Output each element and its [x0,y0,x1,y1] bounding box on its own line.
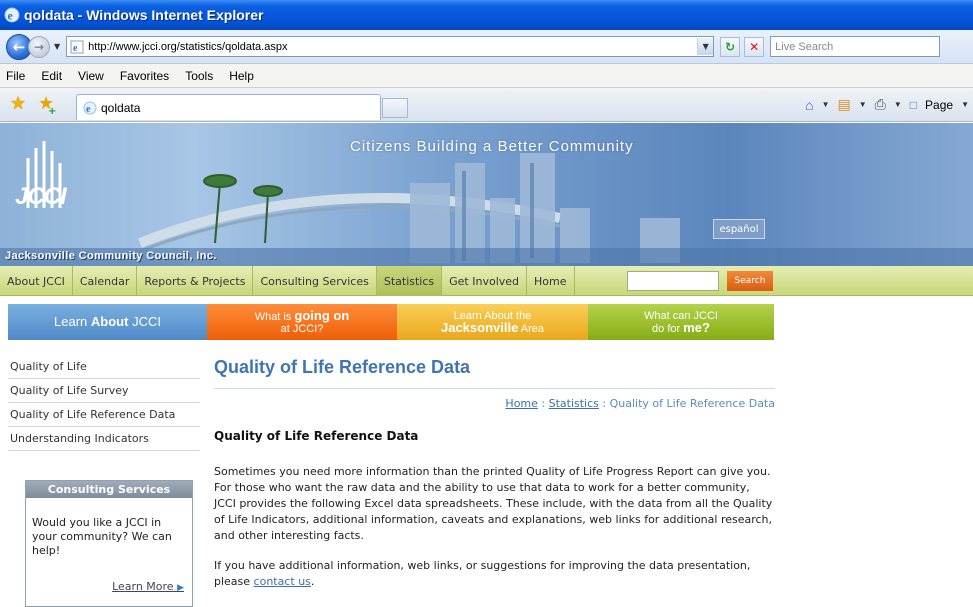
sidebar-item-qol-reference-data[interactable]: Quality of Life Reference Data [8,403,200,427]
learn-more-link[interactable]: Learn More ▶ [112,580,184,593]
promo-me-prefix: do for [652,322,684,335]
page-dropdown-icon[interactable]: ▼ [961,100,969,109]
org-name: Jacksonville Community Council, Inc. [5,250,217,262]
promo-learn-suffix: JCCI [128,314,161,329]
live-search-placeholder: Live Search [775,40,834,53]
breadcrumb-sep-2: : [598,397,610,410]
consulting-services-box: Consulting Services Would you like a JCC… [25,480,193,607]
address-dropdown-icon[interactable]: ▼ [697,38,714,55]
page-icon: e [70,40,84,54]
breadcrumb-sep-1: : [537,397,549,410]
promo-learn-bold: About [90,314,129,329]
breadcrumb-home[interactable]: Home [505,397,537,410]
nav-get-involved[interactable]: Get Involved [442,266,528,296]
promo-what-can-jcci-do[interactable]: What can JCCI do for me? [588,304,774,340]
arrow-right-icon: ▶ [177,583,184,593]
nav-about-jcci[interactable]: About JCCI [0,266,73,296]
menu-file[interactable]: File [6,69,25,83]
contact-paragraph: If you have additional information, web … [214,558,775,590]
breadcrumb-current: Quality of Life Reference Data [609,397,775,410]
site-search-button[interactable]: Search [727,271,773,291]
promo-going-prefix: What is [254,310,295,323]
menu-edit[interactable]: Edit [41,69,62,83]
sidebar-item-understanding-indicators[interactable]: Understanding Indicators [8,427,200,451]
main-content: Quality of Life Reference Data Home : St… [214,355,775,590]
tab-page-icon: e [83,101,97,115]
favorites-center-icon[interactable]: ★ [10,95,26,113]
promo-jax-bold: Jacksonville [440,319,519,335]
contact-us-link[interactable]: contact us [254,575,311,588]
contact-period: . [310,575,315,588]
menu-tools[interactable]: Tools [185,69,213,83]
svg-text:e: e [73,43,78,54]
intro-paragraph: Sometimes you need more information than… [214,465,773,542]
stop-button[interactable]: ✕ [744,36,765,57]
sidebar-item-quality-of-life[interactable]: Quality of Life [8,355,200,379]
refresh-button[interactable]: ↻ [720,36,741,57]
feeds-dropdown-icon[interactable]: ▼ [859,100,867,109]
promo-whats-going-on[interactable]: What is going on at JCCI? [207,304,397,340]
consulting-header: Consulting Services [26,481,192,498]
breadcrumb-statistics[interactable]: Statistics [549,397,599,410]
nav-home[interactable]: Home [527,266,575,296]
menu-favorites[interactable]: Favorites [120,69,169,83]
banner-tagline: Citizens Building a Better Community [350,138,634,155]
site-banner: Citizens Building a Better Community JCC… [0,123,973,266]
promo-going-bold: going on [294,307,350,323]
promo-jacksonville-area[interactable]: Learn About the Jacksonville Area [397,304,588,340]
menu-view[interactable]: View [78,69,104,83]
print-dropdown-icon[interactable]: ▼ [894,100,902,109]
espanol-link[interactable]: español [713,219,765,239]
add-favorite-icon[interactable]: ★ + [38,95,56,118]
command-bar: ⌂ ▼ ▤ ▼ ⎙ ▼ □ Page ▼ [805,96,969,113]
sidebar: Quality of Life Quality of Life Survey Q… [8,355,200,451]
window-title: qoldata - Windows Internet Explorer [24,7,264,23]
site-nav: About JCCI Calendar Reports & Projects C… [0,266,973,296]
home-icon[interactable]: ⌂ [805,97,813,113]
promo-jax-suffix: Area [518,322,544,335]
tab-label: qoldata [101,100,141,115]
history-dropdown-icon[interactable]: ▼ [54,42,60,51]
nav-reports-projects[interactable]: Reports & Projects [137,266,254,296]
feeds-icon[interactable]: ▤ [838,96,851,113]
site-search-input[interactable] [627,271,719,291]
forward-button[interactable]: → [28,35,50,58]
ie-logo-icon: e [4,7,20,23]
nav-statistics[interactable]: Statistics [376,266,443,296]
nav-consulting-services[interactable]: Consulting Services [253,266,377,296]
tab-bar: ★ ★ + e qoldata ⌂ ▼ ▤ ▼ ⎙ ▼ □ Page ▼ [0,88,973,122]
learn-more-label: Learn More [112,580,174,593]
address-bar-row: ← → ▼ e http://www.jcci.org/statistics/q… [0,30,973,64]
page-menu-icon[interactable]: □ [910,98,917,112]
address-url[interactable]: http://www.jcci.org/statistics/qoldata.a… [88,41,697,53]
section-heading: Quality of Life Reference Data [214,429,419,443]
promo-me-bold: me? [683,319,710,335]
print-icon[interactable]: ⎙ [875,96,886,113]
title-divider [214,388,775,389]
sidebar-item-qol-survey[interactable]: Quality of Life Survey [8,379,200,403]
menu-bar: File Edit View Favorites Tools Help [0,64,973,88]
breadcrumb: Home : Statistics : Quality of Life Refe… [214,397,775,410]
nav-calendar[interactable]: Calendar [73,266,138,296]
promo-going-line2: at JCCI? [280,322,324,335]
menu-help[interactable]: Help [229,69,254,83]
promo-learn-about-jcci[interactable]: Learn About JCCI [8,304,207,340]
svg-text:e: e [86,104,91,115]
new-tab-button[interactable] [382,98,408,118]
home-dropdown-icon[interactable]: ▼ [822,100,830,109]
svg-text:e: e [8,9,14,23]
window-titlebar: e qoldata - Windows Internet Explorer [0,0,973,30]
page-title: Quality of Life Reference Data [214,357,471,377]
live-search-input[interactable]: Live Search [770,36,941,57]
consulting-body: Would you like a JCCI in your community?… [32,516,172,557]
promo-learn-prefix: Learn [54,314,91,329]
page-menu-label[interactable]: Page [925,98,953,112]
tab-qoldata[interactable]: e qoldata [76,94,381,120]
address-field[interactable]: e http://www.jcci.org/statistics/qoldata… [66,36,715,57]
jcci-logo[interactable]: JCCI [15,183,67,211]
